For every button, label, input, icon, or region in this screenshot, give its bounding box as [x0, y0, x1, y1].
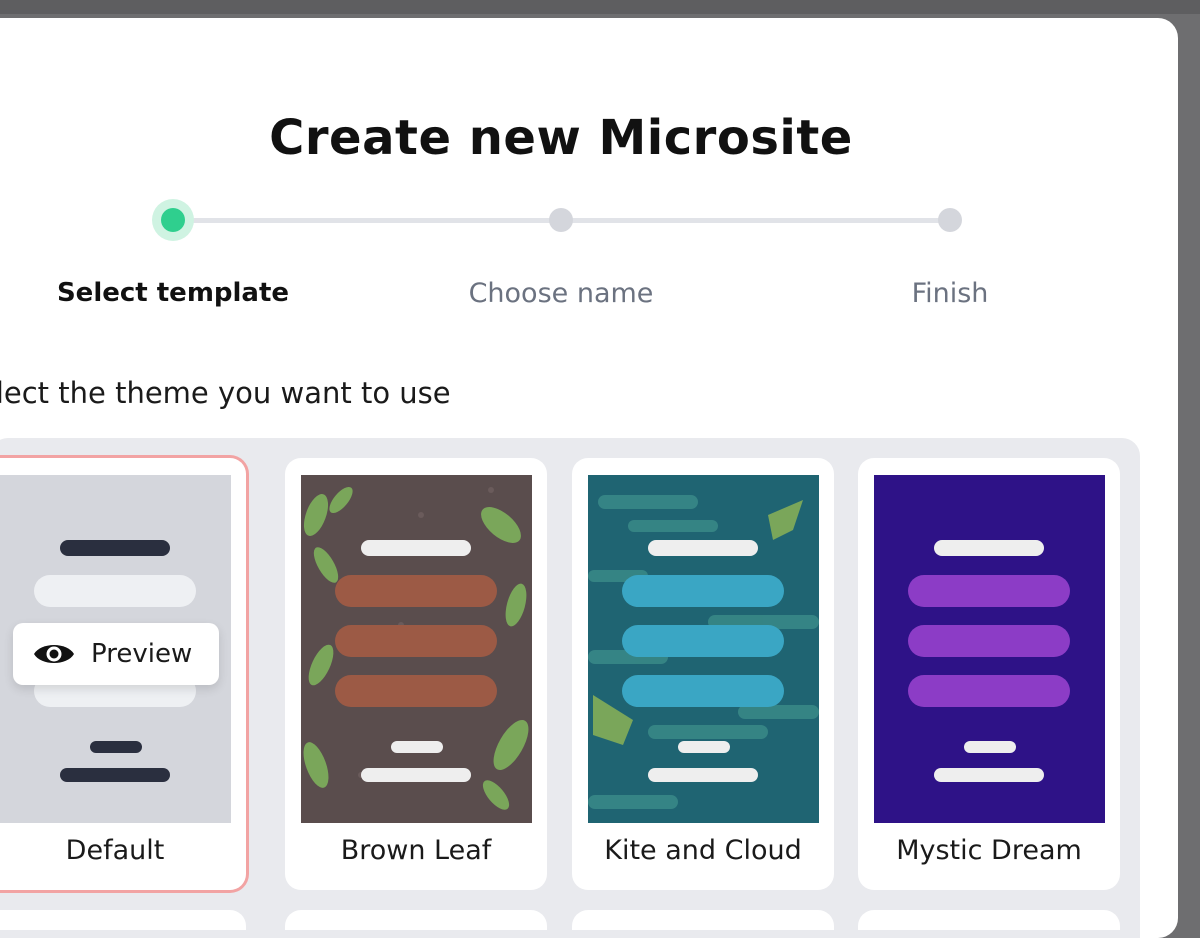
theme-card-kite-and-cloud[interactable]: Kite and Cloud: [572, 458, 834, 890]
theme-card-row2[interactable]: [858, 910, 1120, 930]
theme-thumbnail-mystic-dream: [874, 475, 1105, 823]
theme-thumbnail-brown-leaf: [301, 475, 532, 823]
step-dot-finish: [938, 208, 962, 232]
theme-instruction: elect the theme you want to use: [0, 376, 451, 410]
wizard-stepper: Select template Choose name Finish: [0, 18, 1178, 338]
theme-name: Default: [65, 835, 165, 866]
step-label-finish: Finish: [911, 278, 989, 309]
step-label-select-template: Select template: [56, 278, 290, 308]
eye-icon: [34, 645, 74, 663]
stepper-line: [561, 218, 950, 223]
theme-name: Brown Leaf: [340, 835, 492, 866]
theme-card-brown-leaf[interactable]: Brown Leaf: [285, 458, 547, 890]
preview-button[interactable]: Preview: [13, 623, 219, 685]
step-label-choose-name: Choose name: [468, 278, 654, 309]
theme-thumbnail-kite-and-cloud: [588, 475, 819, 823]
stepper-line: [172, 218, 561, 223]
step-dot-choose-name: [549, 208, 573, 232]
create-microsite-modal: Create new Microsite Select template Cho…: [0, 18, 1178, 938]
step-dot-select-template: [152, 199, 194, 241]
preview-button-label: Preview: [91, 639, 193, 669]
theme-card-row2[interactable]: [0, 910, 246, 930]
theme-name: Kite and Cloud: [604, 835, 802, 866]
theme-card-mystic-dream[interactable]: Mystic Dream: [858, 458, 1120, 890]
theme-card-default[interactable]: Preview Default: [0, 458, 246, 890]
app-backdrop: [0, 0, 1200, 14]
theme-card-row2[interactable]: [285, 910, 547, 930]
theme-card-row2[interactable]: [572, 910, 834, 930]
theme-name: Mystic Dream: [896, 835, 1082, 866]
